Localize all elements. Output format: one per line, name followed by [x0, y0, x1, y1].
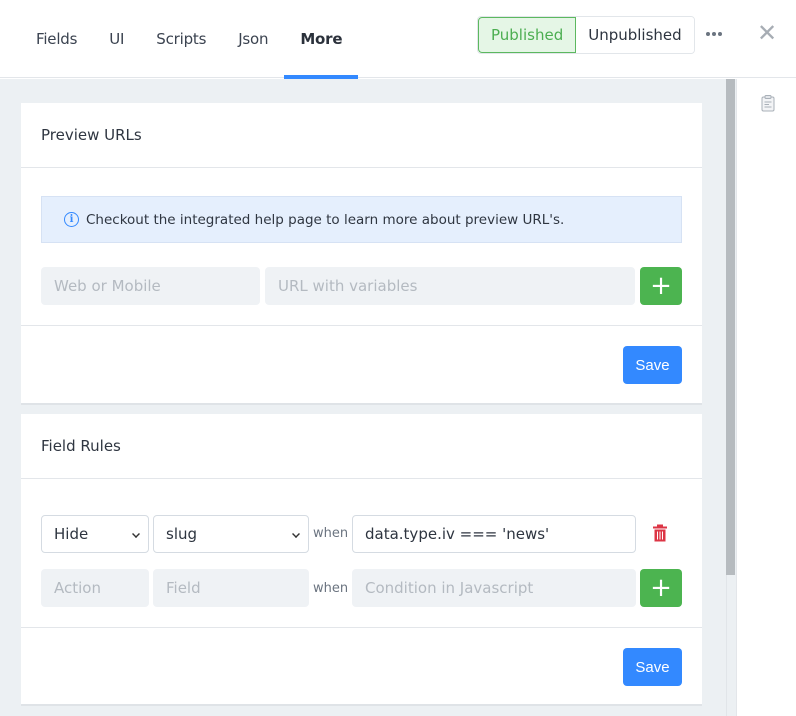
- preview-urls-title: Preview URLs: [21, 103, 702, 168]
- save-field-rules-button[interactable]: Save: [623, 648, 682, 686]
- new-rule-when-label: when: [313, 581, 349, 596]
- plus-icon: +: [650, 271, 672, 301]
- main-content: Preview URLs i Checkout the integrated h…: [0, 79, 736, 716]
- preview-url-placeholder: URL with variables: [278, 277, 418, 295]
- new-rule-field-placeholder: Field: [166, 579, 201, 597]
- new-rule-action-input[interactable]: Action: [41, 569, 149, 607]
- field-rules-footer: Save: [21, 627, 702, 706]
- tab-more[interactable]: More: [284, 0, 359, 79]
- dot: [718, 32, 722, 36]
- rule-when-label: when: [313, 526, 349, 541]
- tab-ui[interactable]: UI: [93, 0, 140, 78]
- scrollbar-thumb[interactable]: [726, 79, 735, 575]
- more-options-icon[interactable]: [704, 22, 724, 46]
- rule-action-select[interactable]: Hide: [41, 515, 149, 553]
- new-rule-condition-placeholder: Condition in Javascript: [365, 579, 534, 597]
- tab-fields[interactable]: Fields: [20, 0, 93, 78]
- new-rule-action-placeholder: Action: [54, 579, 101, 597]
- preview-url-input[interactable]: URL with variables: [265, 267, 635, 305]
- publish-status-toggle: Published Unpublished: [477, 16, 695, 54]
- field-rules-title: Field Rules: [21, 414, 702, 479]
- rule-field-select[interactable]: slug: [153, 515, 309, 553]
- info-icon: i: [64, 212, 79, 227]
- close-icon[interactable]: ✕: [755, 20, 779, 46]
- dot: [706, 32, 710, 36]
- top-bar: Fields UI Scripts Json More Published Un…: [0, 0, 796, 79]
- add-field-rule-button[interactable]: +: [640, 569, 682, 607]
- new-rule-field-input[interactable]: Field: [153, 569, 309, 607]
- field-rules-card: Field Rules Hide slug when data.type.iv …: [21, 414, 702, 706]
- tab-json[interactable]: Json: [222, 0, 284, 78]
- preview-urls-info-alert: i Checkout the integrated help page to l…: [41, 196, 682, 243]
- new-rule-condition-input[interactable]: Condition in Javascript: [352, 569, 636, 607]
- rule-condition-value: data.type.iv === 'news': [365, 525, 550, 543]
- chevron-down-icon: [132, 530, 140, 538]
- preview-urls-card: Preview URLs i Checkout the integrated h…: [21, 103, 702, 405]
- dot: [712, 32, 716, 36]
- published-button[interactable]: Published: [478, 17, 577, 53]
- right-side-panel: [736, 79, 796, 716]
- rule-action-value: Hide: [54, 525, 89, 543]
- clipboard-icon[interactable]: [761, 95, 775, 112]
- trash-icon[interactable]: [652, 524, 668, 542]
- schema-tabs: Fields UI Scripts Json More: [20, 0, 359, 79]
- unpublished-button[interactable]: Unpublished: [576, 17, 694, 53]
- chevron-down-icon: [292, 530, 300, 538]
- info-text: Checkout the integrated help page to lea…: [86, 211, 565, 228]
- preview-name-placeholder: Web or Mobile: [54, 277, 161, 295]
- plus-icon: +: [650, 573, 672, 603]
- rule-condition-input[interactable]: data.type.iv === 'news': [352, 515, 636, 553]
- preview-urls-footer: Save: [21, 325, 702, 404]
- rule-field-value: slug: [166, 525, 198, 543]
- save-preview-urls-button[interactable]: Save: [623, 346, 682, 384]
- add-preview-url-button[interactable]: +: [640, 267, 682, 305]
- tab-scripts[interactable]: Scripts: [140, 0, 222, 78]
- preview-name-input[interactable]: Web or Mobile: [41, 267, 260, 305]
